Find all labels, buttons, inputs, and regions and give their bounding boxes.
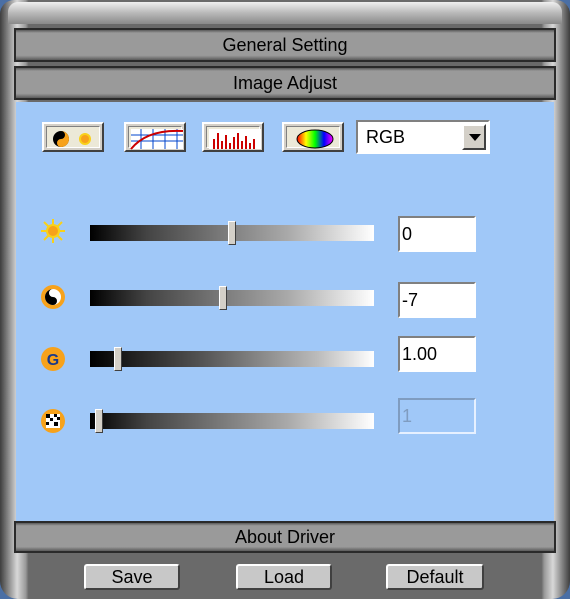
brightness-value-input[interactable]: 0 <box>398 216 476 252</box>
footer-bar: Save Load Default <box>14 556 556 592</box>
histogram-icon <box>209 129 261 149</box>
contrast-sun-icon <box>53 131 91 147</box>
load-button[interactable]: Load <box>236 564 332 590</box>
tab-about-driver[interactable]: About Driver <box>14 521 556 553</box>
chevron-down-icon[interactable] <box>462 124 486 150</box>
gamma-icon: G <box>41 347 65 371</box>
contrast-slider[interactable] <box>90 286 374 310</box>
color-wheel-mode-button[interactable] <box>282 122 344 152</box>
brightness-contrast-mode-button[interactable] <box>42 122 104 152</box>
color-mode-value: RGB <box>366 127 406 147</box>
brightness-sun-icon <box>41 219 65 243</box>
sharpness-slider[interactable] <box>90 409 374 433</box>
sharpness-value-input: 1 <box>398 398 476 434</box>
frame-top-bezel <box>8 2 562 24</box>
brightness-slider-thumb[interactable] <box>228 221 236 245</box>
gamma-value-input[interactable]: 1.00 <box>398 336 476 372</box>
curve-mode-button[interactable] <box>124 122 186 152</box>
tab-general-setting[interactable]: General Setting <box>14 28 556 62</box>
curve-icon <box>130 129 184 150</box>
default-button[interactable]: Default <box>386 564 484 590</box>
color-mode-select[interactable]: RGB <box>356 120 490 154</box>
svg-text:G: G <box>47 352 59 369</box>
color-wheel-icon <box>296 129 334 149</box>
gamma-slider[interactable] <box>90 347 374 371</box>
histogram-mode-button[interactable] <box>202 122 264 152</box>
image-adjust-panel: RGB 0 -7 G 1.00 1 <box>16 102 554 522</box>
sharpness-slider-thumb[interactable] <box>94 409 103 433</box>
save-button[interactable]: Save <box>84 564 180 590</box>
gamma-slider-thumb[interactable] <box>114 347 123 371</box>
contrast-slider-thumb[interactable] <box>219 286 228 310</box>
sharpness-icon <box>41 409 65 433</box>
brightness-slider[interactable] <box>90 221 374 245</box>
tab-image-adjust[interactable]: Image Adjust <box>14 66 556 100</box>
contrast-value-input[interactable]: -7 <box>398 282 476 318</box>
contrast-icon <box>41 285 65 309</box>
